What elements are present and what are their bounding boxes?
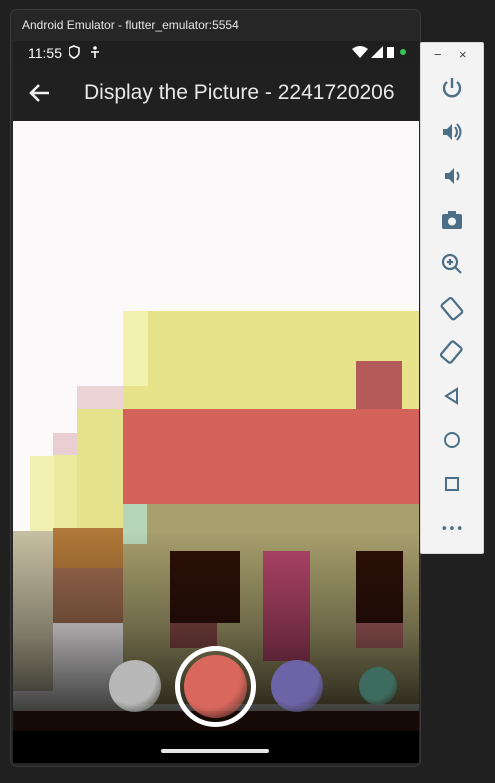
shield-icon	[68, 45, 80, 59]
rotate-left-button[interactable]	[437, 293, 467, 323]
overview-button[interactable]	[437, 469, 467, 499]
more-button[interactable]: •••	[437, 513, 467, 543]
picture-block	[77, 386, 123, 411]
filter-option-gray[interactable]	[109, 660, 161, 712]
emulator-toolbar: − × •••	[420, 42, 484, 554]
volume-down-button[interactable]	[437, 161, 467, 191]
phone-screen: 11:55 Display the Picture - 2241720206	[13, 41, 419, 763]
charging-dot-icon	[400, 49, 406, 55]
filter-option-red[interactable]	[184, 655, 247, 718]
overview-icon	[445, 477, 459, 491]
rotate-right-icon	[439, 340, 463, 364]
gesture-nav-bar	[13, 731, 419, 763]
filter-option-green[interactable]	[359, 667, 397, 705]
picture-block	[356, 361, 402, 409]
volume-up-button[interactable]	[437, 117, 467, 147]
volume-down-icon	[445, 168, 460, 184]
status-system-icons	[352, 46, 407, 64]
rotate-right-button[interactable]	[437, 337, 467, 367]
close-button[interactable]: ×	[459, 47, 467, 62]
picture-block	[77, 409, 127, 539]
toolbar-window-controls: − ×	[421, 43, 483, 67]
rotate-left-icon	[440, 296, 464, 321]
accessibility-icon	[91, 46, 99, 58]
picture-block	[123, 409, 419, 504]
more-icon: •••	[440, 522, 463, 537]
signal-icon	[371, 46, 383, 58]
emulator-titlebar[interactable]: Android Emulator - flutter_emulator:5554	[11, 10, 420, 40]
power-button[interactable]	[437, 73, 467, 103]
back-button[interactable]	[437, 381, 467, 411]
power-icon	[442, 78, 462, 98]
minimize-button[interactable]: −	[434, 47, 442, 62]
battery-icon	[387, 47, 394, 58]
status-notification-icons	[68, 45, 101, 64]
picture-block	[53, 433, 77, 455]
volume-up-icon	[443, 123, 462, 141]
back-arrow-icon[interactable]	[27, 81, 53, 105]
home-icon	[444, 432, 460, 448]
filter-carousel[interactable]	[13, 636, 419, 731]
back-icon	[444, 387, 458, 405]
status-time: 11:55	[28, 45, 62, 61]
home-button[interactable]	[437, 425, 467, 455]
emulator-window: Android Emulator - flutter_emulator:5554…	[10, 9, 421, 767]
home-gesture-handle[interactable]	[161, 749, 269, 753]
camera-icon	[442, 211, 462, 229]
picture-block	[123, 311, 148, 386]
filter-option-purple[interactable]	[271, 660, 323, 712]
screenshot-button[interactable]	[437, 205, 467, 235]
svg-text:•••: •••	[440, 522, 463, 537]
status-bar: 11:55	[13, 41, 419, 65]
page-title: Display the Picture - 2241720206	[84, 81, 395, 104]
app-bar: Display the Picture - 2241720206	[13, 65, 419, 121]
zoom-icon	[441, 253, 462, 274]
zoom-button[interactable]	[437, 249, 467, 279]
emulator-title: Android Emulator - flutter_emulator:5554	[22, 18, 239, 32]
wifi-icon	[352, 46, 368, 58]
